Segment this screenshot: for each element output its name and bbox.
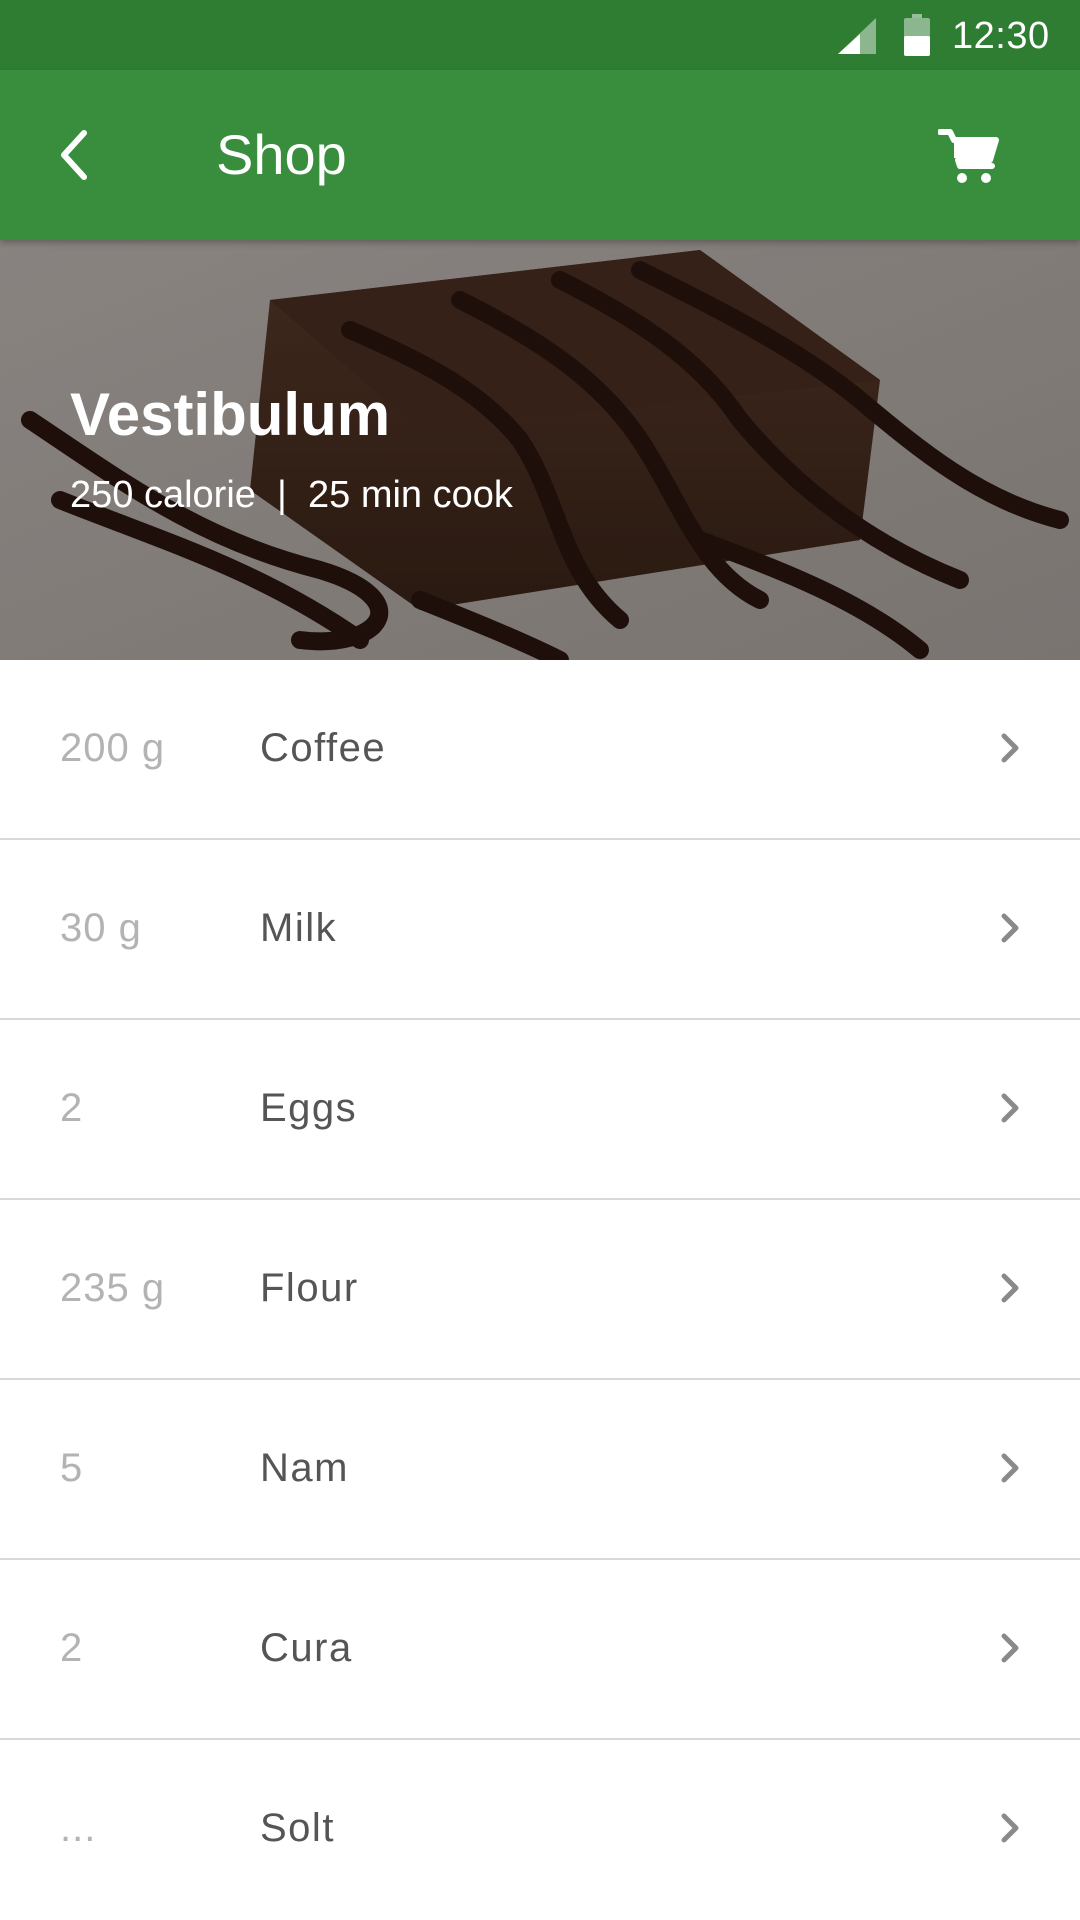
recipe-meta: 250 calorie | 25 min cook — [70, 474, 513, 516]
page-title: Shop — [216, 123, 347, 186]
status-time: 12:30 — [952, 15, 1050, 57]
app-bar: Shop — [0, 70, 1080, 240]
list-item[interactable]: 30 g Milk — [0, 840, 1080, 1020]
recipe-title: Vestibulum — [70, 381, 391, 448]
chevron-right-icon — [1001, 1813, 1019, 1843]
status-bar: 12:30 — [0, 0, 1080, 70]
list-item[interactable]: 5 Nam — [0, 1380, 1080, 1560]
ingredient-quantity: 2 — [60, 1086, 84, 1130]
chevron-right-icon — [1001, 1273, 1019, 1303]
list-item[interactable]: 200 g Coffee — [0, 660, 1080, 840]
ingredient-quantity: 30 g — [60, 906, 142, 950]
ingredient-quantity: 235 g — [60, 1266, 166, 1310]
chevron-right-icon — [1001, 913, 1019, 943]
ingredient-name: Milk — [260, 906, 338, 950]
list-item[interactable]: 235 g Flour — [0, 1200, 1080, 1380]
ingredient-quantity: 200 g — [60, 726, 166, 770]
chevron-right-icon — [1001, 1633, 1019, 1663]
ingredient-name: Flour — [260, 1266, 359, 1310]
list-item[interactable]: ... Solt — [0, 1740, 1080, 1920]
chevron-right-icon — [1001, 1093, 1019, 1123]
ingredient-quantity: 2 — [60, 1626, 84, 1670]
list-item[interactable]: 2 Eggs — [0, 1020, 1080, 1200]
hero-overlay — [0, 240, 1080, 660]
ingredient-list: 200 g Coffee 30 g Milk 2 Eggs 235 g Flou… — [0, 660, 1080, 1920]
ingredient-name: Solt — [260, 1806, 335, 1850]
cellular-signal-icon — [838, 18, 876, 54]
ingredient-quantity: ... — [60, 1806, 97, 1850]
arrow-back-icon[interactable] — [52, 125, 112, 185]
list-item[interactable]: 2 Cura — [0, 1560, 1080, 1740]
chevron-right-icon — [1001, 733, 1019, 763]
recipe-hero: Vestibulum 250 calorie | 25 min cook — [0, 240, 1080, 660]
ingredient-quantity: 5 — [60, 1446, 84, 1490]
shopping-cart-icon[interactable] — [938, 124, 1000, 186]
ingredient-name: Eggs — [260, 1086, 358, 1130]
ingredient-name: Nam — [260, 1446, 349, 1490]
ingredient-name: Cura — [260, 1626, 353, 1670]
battery-icon — [904, 14, 930, 56]
chevron-right-icon — [1001, 1453, 1019, 1483]
ingredient-name: Coffee — [260, 726, 387, 770]
